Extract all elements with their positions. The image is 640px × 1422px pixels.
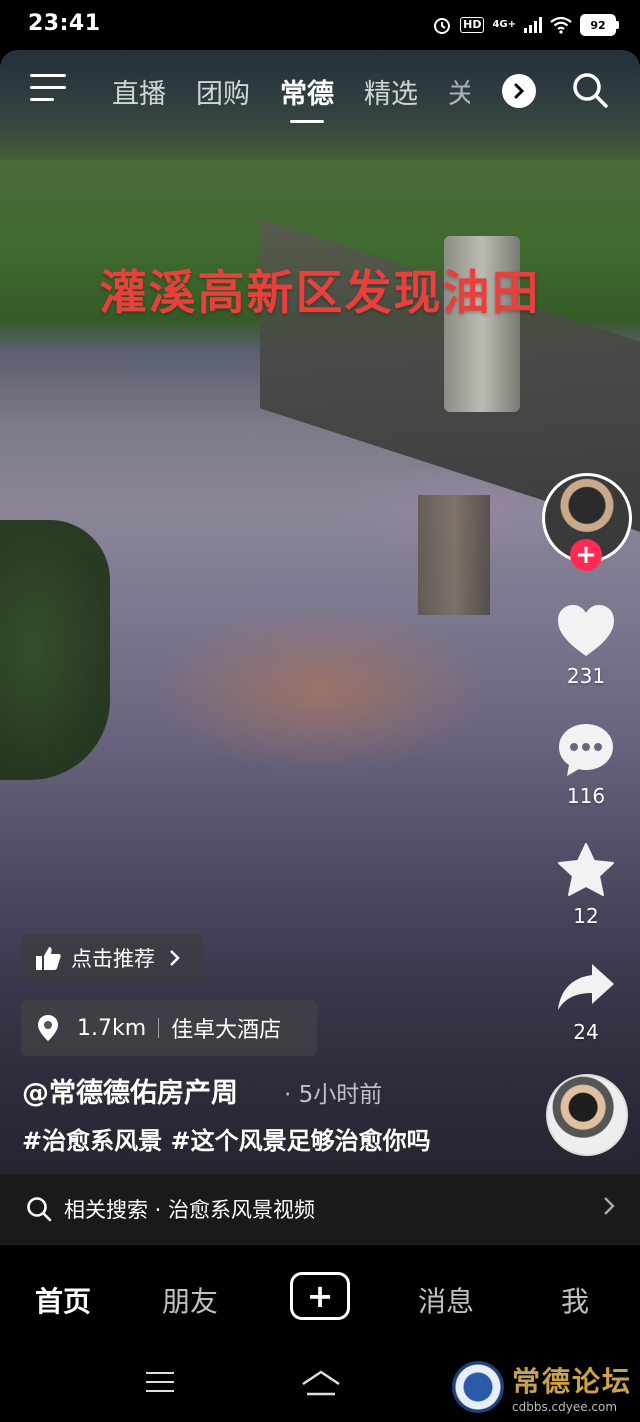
watermark-url: cdbbs.cdyee.com — [512, 1400, 618, 1414]
recent-apps-icon[interactable] — [146, 1372, 174, 1399]
location-pin-icon — [38, 1015, 58, 1041]
share-icon — [558, 964, 614, 1010]
watermark-name: 常德论坛 — [512, 1365, 633, 1398]
hd-badge: HD — [460, 17, 485, 33]
signal-icon — [524, 17, 542, 33]
chevron-right-icon — [170, 950, 180, 966]
more-tabs-button[interactable] — [502, 74, 536, 108]
heart-icon — [558, 605, 614, 656]
tab-friends[interactable]: 朋友 — [162, 1280, 218, 1320]
author-name[interactable]: @常德德佑房产周 — [22, 1071, 238, 1110]
search-icon[interactable] — [570, 70, 610, 110]
tab-me[interactable]: 我 — [561, 1280, 589, 1320]
like-button[interactable]: 231 — [546, 604, 626, 688]
tab-following[interactable]: 关 — [448, 72, 470, 111]
comment-icon — [559, 724, 613, 776]
related-search-text: 相关搜索 · 治愈系风景视频 — [64, 1198, 316, 1222]
favorite-count: 12 — [573, 904, 599, 928]
comment-count: 116 — [566, 784, 606, 808]
related-search-bar[interactable]: 相关搜索 · 治愈系风景视频 — [0, 1174, 640, 1244]
wifi-icon — [550, 16, 572, 34]
watermark-text: 常德论坛 cdbbs.cdyee.com — [512, 1360, 632, 1414]
location-distance: 1.7km — [77, 1015, 147, 1041]
watermark-logo — [452, 1361, 504, 1413]
tab-featured[interactable]: 精选 — [364, 72, 418, 111]
status-time: 23:41 — [28, 11, 101, 36]
share-button[interactable]: 24 — [546, 962, 626, 1044]
like-count: 231 — [566, 664, 606, 688]
menu-icon[interactable] — [30, 74, 66, 102]
battery-indicator: 92 — [580, 14, 619, 36]
post-button[interactable]: + — [290, 1272, 350, 1320]
follow-button[interactable]: + — [570, 539, 602, 571]
post-time-value: 5小时前 — [298, 1082, 383, 1108]
chevron-right-icon — [604, 1197, 615, 1215]
alarm-icon — [434, 18, 451, 34]
tab-home[interactable]: 首页 — [35, 1280, 91, 1320]
video-caption[interactable]: #治愈系风景 #这个风景足够治愈你吗 — [22, 1121, 431, 1156]
top-nav: 直播 团购 常德 精选 关 — [0, 50, 640, 130]
pillar-reflection — [418, 495, 490, 615]
chevron-right-icon — [514, 83, 525, 99]
status-icons: HD 4G+ 92 — [432, 12, 619, 38]
tab-changde[interactable]: 常德 — [280, 72, 334, 123]
comment-button[interactable]: 116 — [546, 722, 626, 808]
video-player[interactable]: 灌溪高新区发现油田 — [0, 50, 640, 1245]
tab-messages[interactable]: 消息 — [418, 1280, 474, 1320]
tab-live[interactable]: 直播 — [112, 72, 166, 111]
recommend-label: 点击推荐 — [71, 947, 155, 971]
share-count: 24 — [573, 1020, 599, 1044]
favorite-button[interactable]: 12 — [546, 842, 626, 928]
forum-watermark: 常德论坛 cdbbs.cdyee.com — [452, 1360, 632, 1414]
search-icon — [27, 1197, 52, 1222]
network-label: 4G+ — [492, 19, 516, 30]
music-disc[interactable] — [546, 1074, 628, 1156]
location-divider — [158, 1018, 160, 1038]
grass-patch — [0, 520, 110, 780]
video-headline: 灌溪高新区发现油田 — [99, 266, 541, 321]
location-tag[interactable]: 1.7km 佳卓大酒店 — [21, 1000, 317, 1056]
star-icon — [558, 843, 614, 896]
thumbs-up-icon — [36, 947, 61, 970]
feed-tabs: 直播 团购 常德 精选 关 — [112, 72, 500, 123]
recommend-button[interactable]: 点击推荐 — [21, 934, 203, 982]
post-time: · 5小时前 — [284, 1082, 383, 1108]
tab-group-buy[interactable]: 团购 — [196, 72, 250, 111]
location-place: 佳卓大酒店 — [171, 1018, 282, 1043]
home-icon[interactable] — [300, 1368, 342, 1400]
